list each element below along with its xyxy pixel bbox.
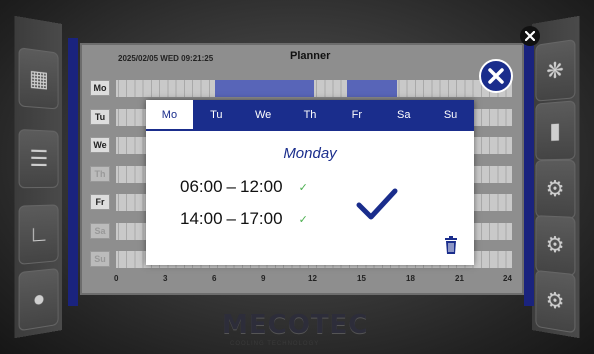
left-side-panel: ▦ ☰ ∟ ● [14,15,63,339]
slot-separator: – [226,177,237,196]
axis-tick: 0 [114,274,119,283]
brand-subtitle: COOLING TECHNOLOGY [230,341,320,347]
program-p3-icon[interactable]: ⚙ [535,269,576,334]
time-slot[interactable]: 06:00 – 12:00 ✓ [180,177,308,197]
day-heading: Monday [283,145,337,162]
check-icon: ✓ [298,181,308,194]
close-icon [525,31,535,41]
close-dialog-button[interactable] [479,59,513,93]
axis-tick: 21 [455,274,464,283]
tab-th[interactable]: Th [287,100,334,129]
schedule-row-mo[interactable] [116,80,512,97]
axis-tick: 6 [212,274,217,283]
tab-sa[interactable]: Sa [380,100,427,129]
planner-day-sa[interactable]: Sa [90,223,110,239]
planner-day-we[interactable]: We [90,137,110,153]
time-slot[interactable]: 14:00 – 17:00 ✓ [180,209,308,229]
day-schedule-dialog: Mo Tu We Th Fr Sa Su Monday 06:00 – 12:0… [146,100,474,265]
lightbulb-icon[interactable]: ● [18,268,59,332]
right-side-panel: ❋ ▮ ⚙ ⚙ ⚙ [531,15,580,339]
planner-day-su[interactable]: Su [90,251,110,267]
axis-tick: 3 [163,274,168,283]
planner-day-mo[interactable]: Mo [90,80,110,96]
tab-fr[interactable]: Fr [333,100,380,129]
tab-tu[interactable]: Tu [193,100,240,129]
schedule-segment [215,80,314,97]
planner-day-tu[interactable]: Tu [90,109,110,125]
axis-tick: 15 [357,274,366,283]
slot-start[interactable]: 14:00 [180,209,223,229]
confirm-check-icon[interactable] [356,187,398,221]
planner-title: Planner [290,50,331,62]
weekday-tabs: Mo Tu We Th Fr Sa Su [146,100,474,129]
right-accent-rail [524,38,534,306]
tab-we[interactable]: We [240,100,287,129]
axis-tick: 18 [406,274,415,283]
brand-logo: MECOTEC [222,310,369,340]
axis-tick: 9 [261,274,266,283]
slot-end[interactable]: 17:00 [240,209,283,229]
slot-separator: – [226,209,237,228]
chart-icon[interactable]: ∟ [18,204,59,265]
tab-underline [146,129,474,131]
trash-icon[interactable] [444,236,458,254]
check-icon: ✓ [298,213,308,226]
program-p1-icon[interactable]: ⚙ [535,159,576,219]
planner-day-fr[interactable]: Fr [90,194,110,210]
current-datetime: 2025/02/05 WED 09:21:25 [118,54,214,63]
axis-tick: 12 [308,274,317,283]
axis-tick: 24 [503,274,512,283]
slot-end[interactable]: 12:00 [240,177,283,197]
program-p2-icon[interactable]: ⚙ [535,215,576,277]
bar-chart-icon[interactable]: ▮ [535,100,576,161]
close-window-button[interactable] [520,26,540,46]
schedule-segment [347,80,397,97]
planner-day-th[interactable]: Th [90,166,110,182]
left-accent-rail [68,38,78,306]
fan-icon[interactable]: ❋ [535,39,576,102]
tab-mo[interactable]: Mo [146,100,193,129]
slot-start[interactable]: 06:00 [180,177,223,197]
close-icon [488,68,504,84]
tab-su[interactable]: Su [427,100,474,129]
calendar-icon[interactable]: ▦ [18,47,59,110]
list-icon[interactable]: ☰ [18,128,59,189]
